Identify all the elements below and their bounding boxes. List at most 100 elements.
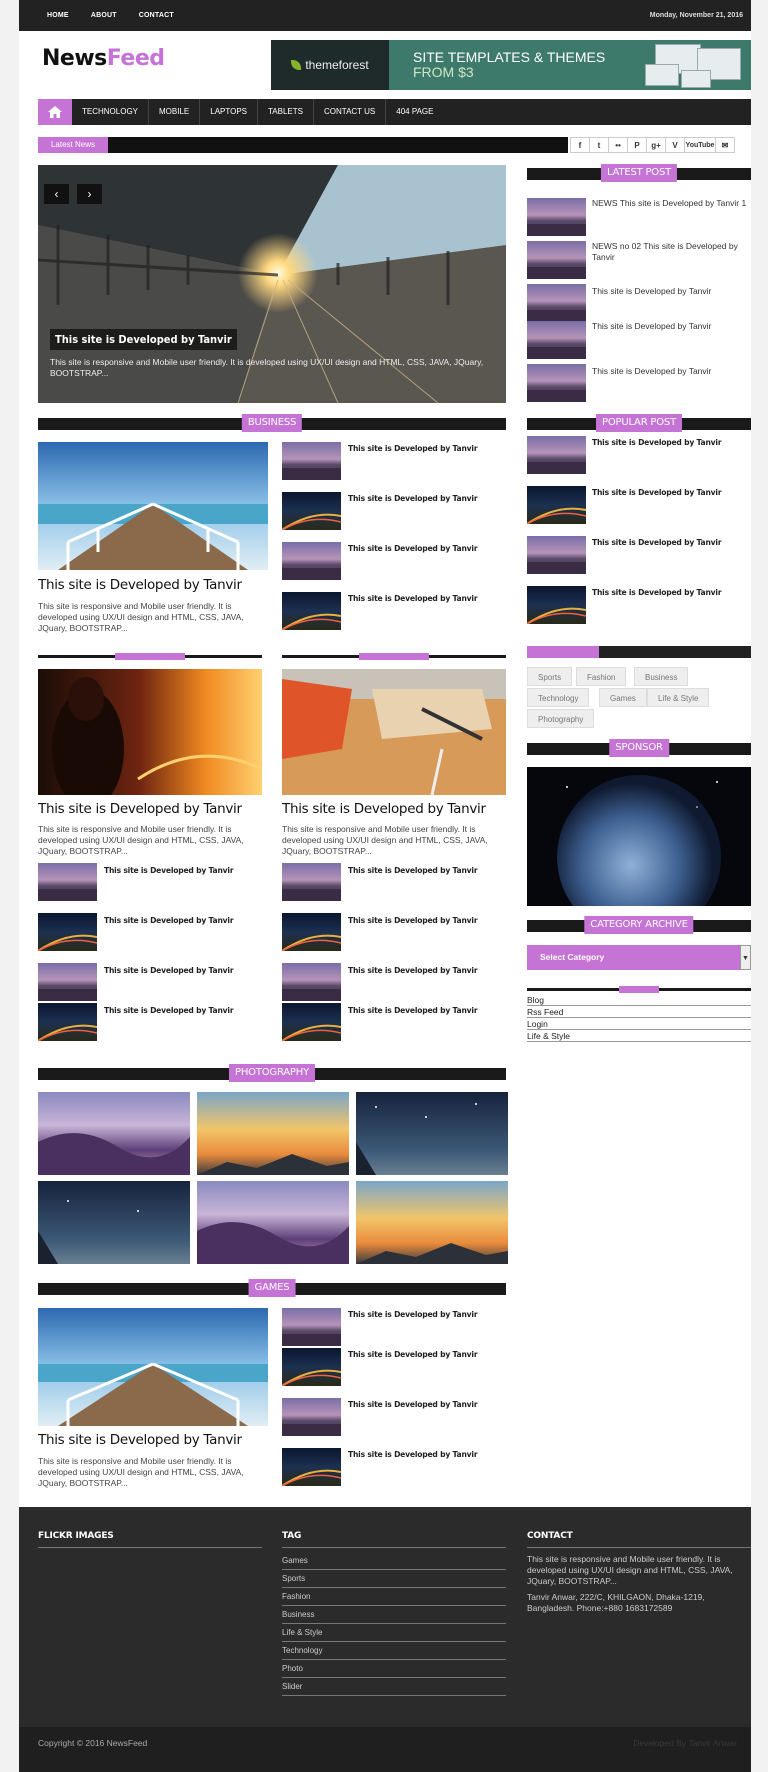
tag-photography[interactable]: Photography [527, 709, 595, 728]
business-thumb[interactable] [282, 442, 341, 480]
left-main-title[interactable]: This site is Developed by Tanvir [38, 801, 242, 817]
latest-post-title-5[interactable]: This site is Developed by Tanvir [592, 366, 750, 377]
left-thumb[interactable] [38, 963, 97, 1001]
featured-slider[interactable]: ‹ › This site is Developed by Tanvir Thi… [38, 165, 506, 403]
link-blog[interactable]: Blog [527, 994, 751, 1006]
site-logo[interactable]: NewsFeed [42, 46, 165, 71]
latest-post-thumb[interactable] [527, 241, 586, 279]
latest-post-thumb[interactable] [527, 364, 586, 402]
vimeo-icon[interactable]: V [665, 137, 685, 153]
right-main-title[interactable]: This site is Developed by Tanvir [282, 801, 486, 817]
tag-sports[interactable]: Sports [527, 667, 573, 686]
email-icon[interactable]: ✉ [715, 137, 735, 153]
nav-404-page[interactable]: 404 PAGE [386, 99, 443, 125]
games-main-title[interactable]: This site is Developed by Tanvir [38, 1432, 242, 1448]
top-nav-contact[interactable]: CONTACT [139, 12, 174, 19]
business-main-image[interactable] [38, 442, 268, 570]
tag-technology[interactable]: Technology [527, 688, 590, 707]
popular-item-3[interactable]: This site is Developed by Tanvir [592, 537, 750, 548]
sponsor-image[interactable] [527, 767, 751, 906]
nav-mobile[interactable]: MOBILE [149, 99, 201, 125]
slider-prev-button[interactable]: ‹ [44, 184, 69, 204]
facebook-icon[interactable]: f [570, 137, 590, 153]
business-thumb[interactable] [282, 542, 341, 580]
youtube-icon[interactable]: YouTube [684, 137, 716, 153]
footer-tag-fashion[interactable]: Fashion [282, 1588, 506, 1606]
nav-laptops[interactable]: LAPTOPS [200, 99, 259, 125]
chevron-down-icon[interactable]: ▼ [740, 945, 751, 970]
slider-caption[interactable]: This site is Developed by Tanvir [50, 329, 237, 350]
latest-post-thumb[interactable] [527, 284, 586, 322]
category-select[interactable]: Select Category ▼ [527, 945, 751, 970]
home-button[interactable] [38, 99, 72, 125]
pinterest-icon[interactable]: P [627, 137, 647, 153]
games-item-1[interactable]: This site is Developed by Tanvir [348, 1309, 498, 1320]
right-item-1[interactable]: This site is Developed by Tanvir [348, 865, 498, 876]
left-item-4[interactable]: This site is Developed by Tanvir [104, 1005, 254, 1016]
left-thumb[interactable] [38, 1003, 97, 1041]
left-item-2[interactable]: This site is Developed by Tanvir [104, 915, 254, 926]
footer-tag-games[interactable]: Games [282, 1552, 506, 1570]
right-item-4[interactable]: This site is Developed by Tanvir [348, 1005, 498, 1016]
photo-3[interactable] [356, 1092, 508, 1175]
popular-thumb[interactable] [527, 536, 586, 574]
flickr-icon[interactable]: •• [608, 137, 628, 153]
tag-life-style[interactable]: Life & Style [647, 688, 710, 707]
right-main-image[interactable] [282, 669, 506, 795]
games-item-4[interactable]: This site is Developed by Tanvir [348, 1449, 498, 1460]
business-item-4[interactable]: This site is Developed by Tanvir [348, 593, 498, 604]
link-life-style[interactable]: Life & Style [527, 1030, 751, 1042]
right-thumb[interactable] [282, 1003, 341, 1041]
left-item-3[interactable]: This site is Developed by Tanvir [104, 965, 254, 976]
tag-fashion[interactable]: Fashion [576, 667, 627, 686]
tag-games[interactable]: Games [599, 688, 647, 707]
nav-contact-us[interactable]: CONTACT US [314, 99, 387, 125]
right-item-3[interactable]: This site is Developed by Tanvir [348, 965, 498, 976]
games-main-image[interactable] [38, 1308, 268, 1426]
nav-technology[interactable]: TECHNOLOGY [72, 99, 150, 125]
popular-thumb[interactable] [527, 436, 586, 474]
footer-tag-sports[interactable]: Sports [282, 1570, 506, 1588]
footer-tag-slider[interactable]: Slider [282, 1678, 506, 1696]
active-tab[interactable] [527, 646, 599, 658]
games-thumb[interactable] [282, 1448, 341, 1486]
photo-2[interactable] [197, 1092, 349, 1175]
popular-thumb[interactable] [527, 586, 586, 624]
photo-1[interactable] [38, 1092, 190, 1175]
popular-item-2[interactable]: This site is Developed by Tanvir [592, 487, 750, 498]
latest-post-title-2[interactable]: NEWS no 02 This site is Developed by Tan… [592, 241, 750, 263]
latest-post-title-3[interactable]: This site is Developed by Tanvir [592, 286, 750, 297]
ad-banner[interactable]: themeforest SITE TEMPLATES & THEMES FROM… [271, 40, 751, 90]
twitter-icon[interactable]: t [589, 137, 609, 153]
top-nav-about[interactable]: ABOUT [91, 12, 117, 19]
photo-6[interactable] [356, 1181, 508, 1264]
popular-thumb[interactable] [527, 486, 586, 524]
popular-item-1[interactable]: This site is Developed by Tanvir [592, 437, 750, 448]
photo-4[interactable] [38, 1181, 190, 1264]
games-thumb[interactable] [282, 1308, 341, 1346]
left-item-1[interactable]: This site is Developed by Tanvir [104, 865, 254, 876]
business-item-3[interactable]: This site is Developed by Tanvir [348, 543, 498, 554]
left-main-image[interactable] [38, 669, 262, 795]
footer-tag-business[interactable]: Business [282, 1606, 506, 1624]
latest-post-thumb[interactable] [527, 198, 586, 236]
right-thumb[interactable] [282, 913, 341, 951]
footer-tag-life-style[interactable]: Life & Style [282, 1624, 506, 1642]
latest-post-thumb[interactable] [527, 321, 586, 359]
tag-business[interactable]: Business [634, 667, 689, 686]
business-thumb[interactable] [282, 592, 341, 630]
nav-tablets[interactable]: TABLETS [258, 99, 314, 125]
business-thumb[interactable] [282, 492, 341, 530]
right-thumb[interactable] [282, 963, 341, 1001]
link-rss-feed[interactable]: Rss Feed [527, 1006, 751, 1018]
left-thumb[interactable] [38, 863, 97, 901]
games-item-3[interactable]: This site is Developed by Tanvir [348, 1399, 498, 1410]
games-thumb[interactable] [282, 1398, 341, 1436]
latest-post-title-4[interactable]: This site is Developed by Tanvir [592, 321, 750, 332]
right-thumb[interactable] [282, 863, 341, 901]
link-login[interactable]: Login [527, 1018, 751, 1030]
footer-tag-technology[interactable]: Technology [282, 1642, 506, 1660]
business-item-2[interactable]: This site is Developed by Tanvir [348, 493, 498, 504]
google-plus-icon[interactable]: g+ [646, 137, 666, 153]
games-item-2[interactable]: This site is Developed by Tanvir [348, 1349, 498, 1360]
